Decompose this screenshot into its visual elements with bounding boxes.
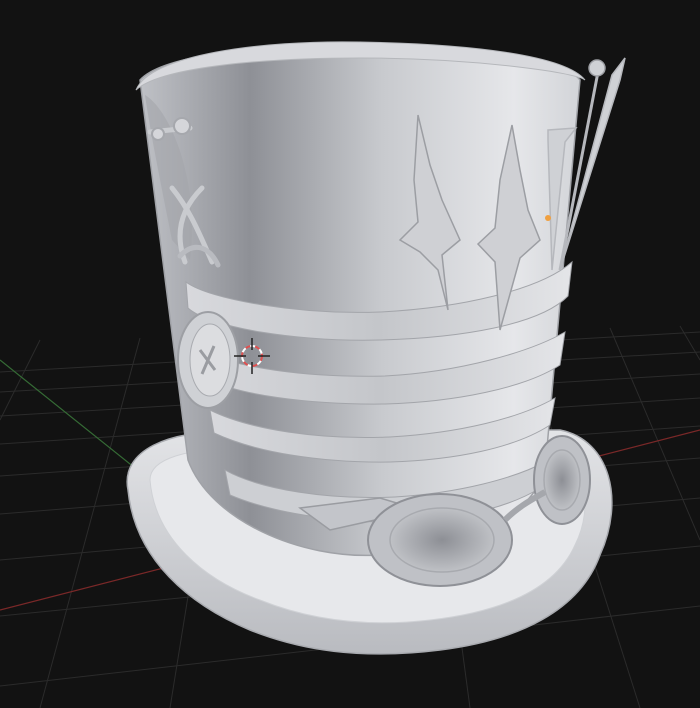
hat-button-ornament[interactable] <box>177 311 239 409</box>
3d-viewport[interactable] <box>0 0 700 708</box>
object-origin-dot <box>545 215 551 221</box>
